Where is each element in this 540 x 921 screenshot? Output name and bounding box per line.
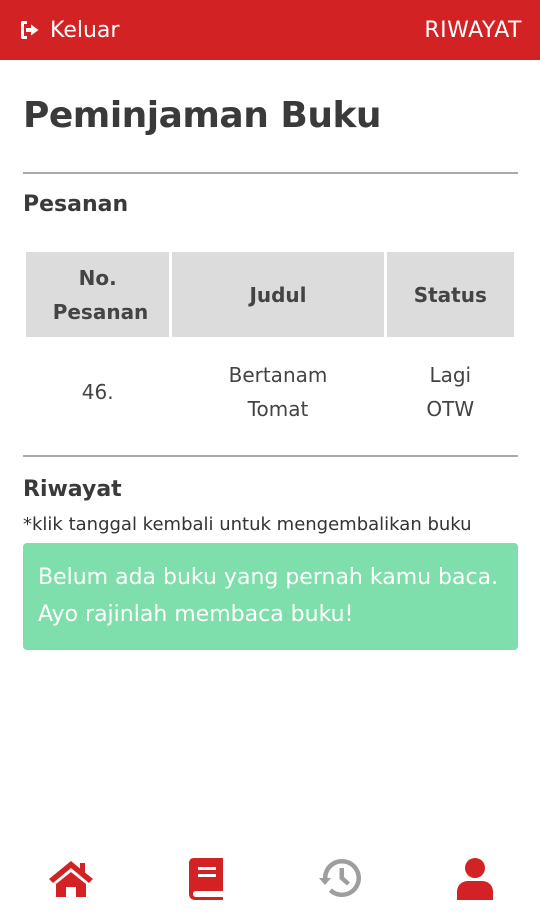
book-icon (188, 857, 226, 901)
nav-books-button[interactable] (182, 856, 232, 901)
history-link[interactable]: RIWAYAT (424, 18, 522, 43)
orders-table: No. Pesanan Judul Status 46. Bertanam To… (23, 249, 517, 441)
order-title-cell: Bertanam Tomat (228, 363, 328, 421)
sign-out-icon (18, 18, 42, 42)
column-header-status: Status (386, 252, 514, 337)
history-icon (319, 858, 363, 900)
page-title: Peminjaman Buku (23, 95, 382, 136)
table-header-row: No. Pesanan Judul Status (26, 252, 514, 337)
nav-home-button[interactable] (46, 856, 96, 901)
order-number-cell: 46. (81, 380, 114, 404)
return-note: *klik tanggal kembali untuk mengembalika… (23, 514, 472, 535)
table-row: 46. Bertanam Tomat Lagi OTW (26, 340, 514, 438)
logout-label: Keluar (50, 17, 120, 43)
logout-button[interactable]: Keluar (18, 18, 119, 43)
column-header-judul: Judul (172, 252, 384, 337)
nav-profile-button[interactable] (450, 856, 500, 901)
top-bar: Keluar RIWAYAT (0, 0, 540, 60)
order-status-cell: Lagi OTW (426, 363, 475, 421)
bottom-navigation (0, 840, 540, 921)
divider (23, 172, 518, 174)
nav-history-button[interactable] (316, 856, 366, 901)
home-icon (47, 859, 95, 899)
user-icon (455, 857, 495, 901)
riwayat-title: Riwayat (23, 477, 122, 502)
column-header-no: No. Pesanan (26, 252, 170, 337)
empty-history-alert: Belum ada buku yang pernah kamu baca. Ay… (23, 543, 518, 650)
main-content: Peminjaman Buku Pesanan No. Pesanan Judu… (23, 60, 518, 650)
divider (23, 455, 518, 457)
pesanan-title: Pesanan (23, 192, 129, 217)
